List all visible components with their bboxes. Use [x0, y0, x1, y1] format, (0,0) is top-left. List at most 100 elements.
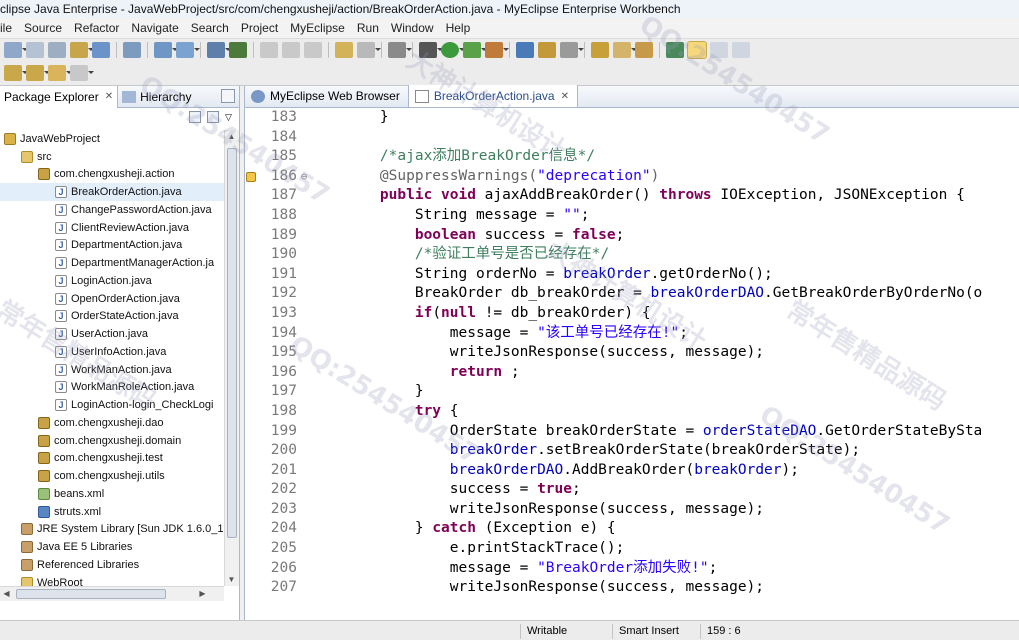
tab-web-browser[interactable]: MyEclipse Web Browser — [245, 85, 409, 107]
scrollbar-thumb[interactable] — [227, 148, 237, 538]
code-line[interactable]: 184 — [257, 128, 1019, 148]
tree-item[interactable]: BreakOrderAction.java — [0, 183, 224, 201]
view-menu-icon[interactable]: ▽ — [225, 111, 233, 123]
open-folder-icon[interactable] — [591, 41, 609, 58]
tree-item[interactable]: Referenced Libraries — [0, 556, 224, 574]
db-explorer-icon[interactable] — [207, 41, 231, 58]
menu-refactor[interactable]: Refactor — [68, 21, 125, 35]
menu-help[interactable]: Help — [440, 21, 477, 35]
code-line[interactable]: 194 message = "该工单号已经存在!"; — [257, 324, 1019, 344]
next-annotation-icon[interactable] — [4, 64, 28, 81]
tree-item[interactable]: WorkManAction.java — [0, 361, 224, 379]
back-icon[interactable] — [48, 64, 72, 81]
code-line[interactable]: 206 message = "BreakOrder添加失败!"; — [257, 559, 1019, 579]
run-icon[interactable] — [441, 41, 465, 58]
tree-item[interactable]: WorkManRoleAction.java — [0, 379, 224, 397]
globe-icon[interactable] — [229, 41, 247, 58]
menu-search[interactable]: Search — [185, 21, 235, 35]
code-lines[interactable]: 183 } 184 185 /*ajax添加BreakOrder信息*/186 ⊖ @… — [257, 108, 1019, 598]
minimize-view-icon[interactable] — [221, 89, 235, 103]
scroll-up-icon[interactable]: ▲ — [225, 130, 238, 143]
collapse-all-icon[interactable] — [189, 111, 201, 123]
tree-item[interactable]: com.chengxusheji.action — [0, 166, 224, 184]
print-icon[interactable] — [48, 41, 66, 58]
tree-item[interactable]: com.chengxusheji.utils — [0, 467, 224, 485]
scrollbar-thumb[interactable] — [16, 589, 166, 599]
toggle-mark-icon[interactable] — [666, 41, 684, 58]
code-line[interactable]: 188 String message = ""; — [257, 206, 1019, 226]
code-line[interactable]: 207 writeJsonResponse(success, message); — [257, 578, 1019, 598]
highlight-icon[interactable] — [687, 40, 707, 59]
menu-run[interactable]: Run — [351, 21, 385, 35]
tree-item[interactable]: com.chengxusheji.domain — [0, 432, 224, 450]
code-line[interactable]: 192 BreakOrder db_breakOrder = breakOrde… — [257, 284, 1019, 304]
tree-horizontal-scrollbar[interactable]: ◀ ▶ — [0, 586, 224, 601]
code-line[interactable]: 186 ⊖ @SuppressWarnings("deprecation") — [257, 167, 1019, 187]
menu-navigate[interactable]: Navigate — [125, 21, 184, 35]
menu-source[interactable]: Source — [18, 21, 68, 35]
code-line[interactable]: 198 try { — [257, 402, 1019, 422]
new-class-icon[interactable] — [516, 41, 534, 58]
tree-item[interactable]: ChangePasswordAction.java — [0, 201, 224, 219]
link-with-editor-icon[interactable] — [207, 111, 219, 123]
package-icon[interactable] — [335, 41, 353, 58]
paste-icon[interactable] — [304, 41, 322, 58]
code-line[interactable]: 187 public void ajaxAddBreakOrder() thro… — [257, 186, 1019, 206]
tree-item[interactable]: com.chengxusheji.test — [0, 450, 224, 468]
tree-item[interactable]: LoginAction.java — [0, 272, 224, 290]
forward-icon[interactable] — [70, 64, 94, 81]
menu-project[interactable]: Project — [235, 21, 284, 35]
tree-item[interactable]: OpenOrderAction.java — [0, 290, 224, 308]
deploy-icon[interactable] — [154, 41, 178, 58]
new-icon[interactable] — [70, 41, 94, 58]
code-line[interactable]: 190 /*验证工单号是否已经存在*/ — [257, 245, 1019, 265]
tree-item[interactable]: JRE System Library [Sun JDK 1.6.0_1 — [0, 521, 224, 539]
scroll-left-icon[interactable]: ◀ — [0, 587, 13, 600]
code-line[interactable]: 199 OrderState breakOrderState = orderSt… — [257, 422, 1019, 442]
tree-item[interactable]: WebRoot — [0, 574, 224, 586]
menu-window[interactable]: Window — [385, 21, 440, 35]
code-line[interactable]: 191 String orderNo = breakOrder.getOrder… — [257, 265, 1019, 285]
new-package-icon[interactable] — [538, 41, 556, 58]
code-line[interactable]: 200 breakOrder.setBreakOrderState(breakO… — [257, 441, 1019, 461]
close-icon[interactable]: ✕ — [105, 91, 113, 102]
block-select-icon[interactable] — [710, 41, 728, 58]
tree-item[interactable]: ClientReviewAction.java — [0, 219, 224, 237]
profile-icon[interactable] — [485, 41, 509, 58]
close-icon[interactable]: ✕ — [561, 91, 569, 102]
code-editor[interactable]: 183 } 184 185 /*ajax添加BreakOrder信息*/186 ⊖ @… — [245, 108, 1019, 620]
scroll-right-icon[interactable]: ▶ — [196, 587, 209, 600]
open-resource-icon[interactable] — [560, 41, 584, 58]
tree-item[interactable]: com.chengxusheji.dao — [0, 414, 224, 432]
tree-item[interactable]: OrderStateAction.java — [0, 308, 224, 326]
menu-myeclipse[interactable]: MyEclipse — [284, 21, 351, 35]
save-all-icon[interactable] — [26, 41, 44, 58]
cut-icon[interactable] — [260, 41, 278, 58]
tree-item[interactable]: DepartmentAction.java — [0, 237, 224, 255]
code-line[interactable]: 205 e.printStackTrace(); — [257, 539, 1019, 559]
gear-icon[interactable] — [357, 41, 381, 58]
tree-item[interactable]: UserInfoAction.java — [0, 343, 224, 361]
web-browser-icon[interactable] — [176, 41, 200, 58]
prev-annotation-icon[interactable] — [26, 64, 50, 81]
code-line[interactable]: 197 } — [257, 382, 1019, 402]
console-icon[interactable] — [388, 41, 412, 58]
code-line[interactable]: 202 success = true; — [257, 480, 1019, 500]
code-line[interactable]: 195 writeJsonResponse(success, message); — [257, 343, 1019, 363]
scroll-down-icon[interactable]: ▼ — [225, 573, 238, 586]
pencil-icon[interactable] — [613, 41, 637, 58]
code-line[interactable]: 193 if(null != db_breakOrder) { — [257, 304, 1019, 324]
menu-file[interactable]: ile — [0, 21, 18, 35]
tree-item[interactable]: beans.xml — [0, 485, 224, 503]
search-folder-icon[interactable] — [635, 41, 653, 58]
debug-icon[interactable] — [419, 41, 443, 58]
tree-item[interactable]: Java EE 5 Libraries — [0, 538, 224, 556]
code-line[interactable]: 189 boolean success = false; — [257, 226, 1019, 246]
tree-item[interactable]: JavaWebProject — [0, 130, 224, 148]
tab-package-explorer[interactable]: Package Explorer ✕ — [0, 85, 119, 108]
code-line[interactable]: 203 writeJsonResponse(success, message); — [257, 500, 1019, 520]
tab-breakorderaction[interactable]: BreakOrderAction.java ✕ — [408, 85, 578, 107]
copy-icon[interactable] — [282, 41, 300, 58]
open-type-icon[interactable] — [92, 41, 110, 58]
tree-item[interactable]: UserAction.java — [0, 325, 224, 343]
